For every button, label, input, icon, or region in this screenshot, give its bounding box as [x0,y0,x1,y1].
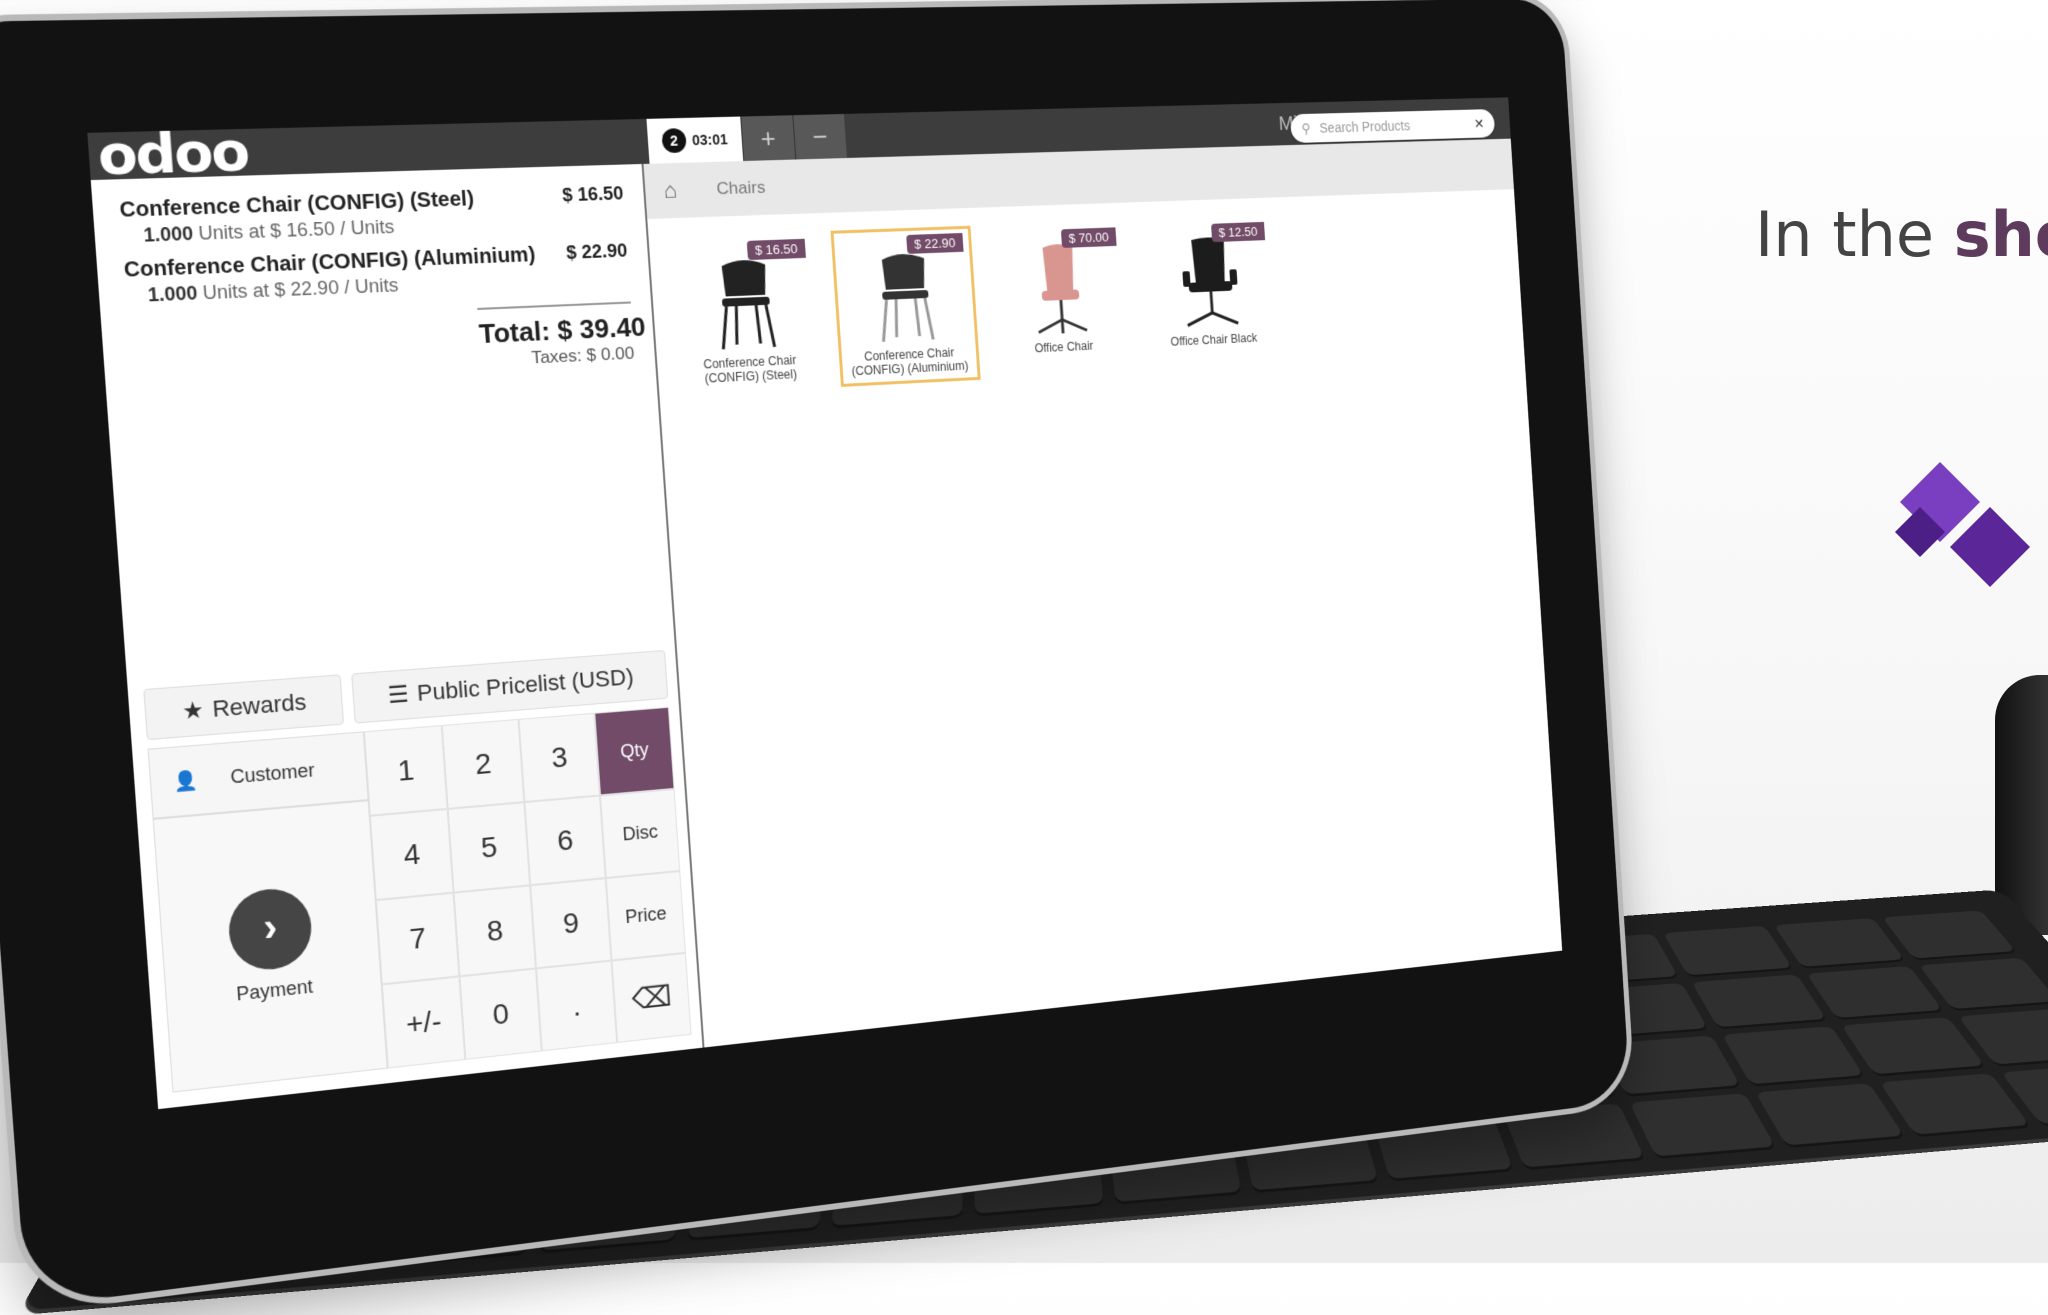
tagline-start: In the [1755,198,1954,271]
office-chair-icon [1020,243,1101,338]
chevron-right-icon: › [226,884,314,973]
orderline-qty: 1.000 [142,222,194,246]
numpad-2[interactable]: 2 [441,718,525,809]
disc-mode-button[interactable]: Disc [599,788,681,879]
product-card[interactable]: $ 12.50 Office Chair Black [1140,215,1282,371]
pos-screen: odoo 2 03:01 + − Mitchell Admin Close Co… [87,97,1563,1110]
numpad-4[interactable]: 4 [369,808,454,901]
numpad-3[interactable]: 3 [518,712,600,803]
chair-icon [864,253,947,346]
user-icon: 👤 [172,768,199,792]
payment-label: Payment [235,975,314,1005]
product-panel: ⌂ Chairs ⚲ Search Products ✕ $ 16.50 Con… [643,109,1563,1048]
product-name: Office Chair Black [1170,331,1258,349]
orderline[interactable]: Conference Chair (CONFIG) (Steel) $ 16.50… [119,183,626,248]
search-icon: ⚲ [1301,120,1312,136]
add-order-button[interactable]: + [740,115,796,162]
product-list: $ 16.50 Conference Chair (CONFIG) (Steel… [647,189,1525,414]
order-time: 03:01 [691,131,729,149]
order-panel: Conference Chair (CONFIG) (Steel) $ 16.50… [90,163,705,1110]
product-price-tag: $ 22.90 [905,232,964,254]
numpad-1[interactable]: 1 [363,725,448,816]
customer-label: Customer [229,759,316,788]
remove-order-button[interactable]: − [792,113,847,160]
numpad: 1 2 3 Qty 4 5 6 Disc 7 8 9 Price +/- 0 .… [363,706,692,1069]
keyboard-key [1629,1092,1776,1157]
pricelist-label: Public Pricelist (USD) [416,663,635,707]
numpad-5[interactable]: 5 [447,802,531,893]
orderline-info: Units at $ 22.90 / Units [202,274,399,304]
plus-minus-button[interactable]: +/- [381,976,466,1069]
orderline-info: Units at $ 16.50 / Units [197,216,395,244]
breadcrumb-category[interactable]: Chairs [716,178,766,200]
pos-body: Conference Chair (CONFIG) (Steel) $ 16.50… [90,109,1563,1110]
keyboard-key [1663,925,1792,975]
clear-search-icon[interactable]: ✕ [1474,115,1485,131]
list-icon: ☰ [386,680,410,709]
orderline[interactable]: Conference Chair (CONFIG) (Aluminium) $ 2… [123,240,630,307]
office-chair-icon [1171,236,1249,331]
rewards-button[interactable]: ★ Rewards [143,674,345,741]
keyboard-key [1755,1082,1904,1146]
numpad-8[interactable]: 8 [453,885,536,977]
search-placeholder: Search Products [1318,117,1411,136]
numpad-7[interactable]: 7 [375,892,460,985]
search-input[interactable]: ⚲ Search Products ✕ [1289,109,1496,144]
product-price-tag: $ 12.50 [1210,221,1266,243]
order-summary: Total: $ 39.40 Taxes: $ 0.00 [477,301,647,372]
orderlines: Conference Chair (CONFIG) (Steel) $ 16.50… [91,164,675,680]
tablet-device: odoo 2 03:01 + − Mitchell Admin Close Co… [0,0,1631,1308]
keyboard-key [1841,1017,1985,1074]
actionpad-and-numpad: 👤 Customer › Payment 1 2 3 Qty 4 5 6 Dis… [147,706,692,1093]
star-icon: ★ [181,696,205,725]
product-card[interactable]: $ 16.50 Conference Chair (CONFIG) (Steel… [669,231,824,395]
brand-logo-icon [1895,462,2030,587]
keyboard-key [1882,910,2016,959]
tagline-bold: sho [1953,198,2048,271]
keyboard-key [1773,918,1905,967]
rewards-label: Rewards [211,688,308,723]
keyboard-key [1722,1026,1864,1084]
orderline-price: $ 16.50 [561,182,625,206]
decimal-button[interactable]: . [535,960,618,1052]
backspace-icon[interactable]: ⌫ [611,952,692,1043]
actionpad: 👤 Customer › Payment [147,731,388,1093]
payment-button[interactable]: › Payment [152,800,388,1093]
product-name: Office Chair [1034,338,1094,356]
numpad-0[interactable]: 0 [459,968,542,1060]
order-number-badge: 2 [661,128,687,154]
keyboard-key [1691,974,1826,1028]
product-card[interactable]: $ 70.00 Office Chair [987,220,1133,379]
keyboard-key [1805,965,1943,1019]
order-tab[interactable]: 2 03:01 [646,116,744,164]
numpad-9[interactable]: 9 [530,878,612,969]
product-name: Conference Chair (CONFIG) (Aluminium) [851,345,969,379]
home-icon[interactable]: ⌂ [663,177,678,204]
chair-icon [703,259,789,353]
orderline-price: $ 22.90 [565,240,628,263]
keyboard-key [1919,957,2048,1010]
product-name: Conference Chair (CONFIG) (Steel) [702,352,798,386]
control-area: ★ Rewards ☰ Public Pricelist (USD) 👤 Cus… [126,639,703,1110]
numpad-6[interactable]: 6 [524,795,606,886]
product-card-selected[interactable]: $ 22.90 Conference Chair (CONFIG) (Alumi… [830,225,981,387]
product-price-tag: $ 16.50 [746,238,806,261]
orderline-qty: 1.000 [147,282,199,306]
price-mode-button[interactable]: Price [605,870,686,961]
qty-mode-button[interactable]: Qty [594,706,675,796]
product-price-tag: $ 70.00 [1060,227,1117,248]
keyboard-key [1879,1072,2031,1135]
marketing-tagline: In the sho [1755,198,2048,271]
